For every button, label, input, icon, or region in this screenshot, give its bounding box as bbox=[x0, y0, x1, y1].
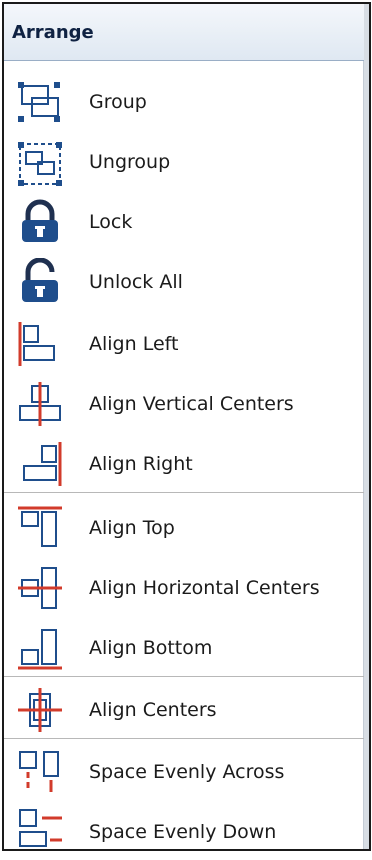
space-evenly-down-icon bbox=[16, 806, 64, 854]
unlock-icon bbox=[16, 258, 64, 306]
divider bbox=[4, 492, 364, 493]
group-item[interactable]: Group bbox=[4, 74, 364, 130]
space-evenly-across-label: Space Evenly Across bbox=[89, 761, 285, 783]
align-centers-icon bbox=[16, 686, 64, 734]
align-bottom-label: Align Bottom bbox=[89, 637, 213, 659]
divider bbox=[4, 738, 364, 739]
align-top-icon bbox=[16, 504, 64, 552]
unlock-all-label: Unlock All bbox=[89, 271, 183, 293]
align-centers-label: Align Centers bbox=[89, 699, 217, 721]
lock-item[interactable]: Lock bbox=[4, 194, 364, 250]
arrange-panel: Arrange Group Ungroup Lock Unlock All Al… bbox=[2, 2, 371, 851]
align-right-label: Align Right bbox=[89, 453, 193, 475]
align-right-icon bbox=[16, 440, 64, 488]
ungroup-item[interactable]: Ungroup bbox=[4, 134, 364, 190]
align-vertical-centers-icon bbox=[16, 380, 64, 428]
align-right-item[interactable]: Align Right bbox=[4, 436, 364, 492]
align-vertical-centers-item[interactable]: Align Vertical Centers bbox=[4, 376, 364, 432]
align-horizontal-centers-icon bbox=[16, 564, 64, 612]
ungroup-icon bbox=[16, 140, 64, 188]
space-evenly-across-item[interactable]: Space Evenly Across bbox=[4, 744, 364, 800]
space-evenly-across-icon bbox=[16, 748, 64, 796]
align-top-item[interactable]: Align Top bbox=[4, 500, 364, 556]
align-bottom-item[interactable]: Align Bottom bbox=[4, 620, 364, 676]
align-bottom-icon bbox=[16, 624, 64, 672]
align-horizontal-centers-label: Align Horizontal Centers bbox=[89, 577, 320, 599]
align-left-label: Align Left bbox=[89, 333, 179, 355]
lock-icon bbox=[16, 198, 64, 246]
align-centers-item[interactable]: Align Centers bbox=[4, 682, 364, 738]
ungroup-label: Ungroup bbox=[89, 151, 171, 173]
space-evenly-down-label: Space Evenly Down bbox=[89, 821, 277, 843]
divider bbox=[4, 676, 364, 677]
align-left-item[interactable]: Align Left bbox=[4, 316, 364, 372]
panel-header: Arrange bbox=[4, 4, 364, 61]
lock-label: Lock bbox=[89, 211, 133, 233]
align-left-icon bbox=[16, 320, 64, 368]
align-horizontal-centers-item[interactable]: Align Horizontal Centers bbox=[4, 560, 364, 616]
group-icon bbox=[16, 80, 64, 128]
panel-title: Arrange bbox=[12, 22, 94, 43]
align-vertical-centers-label: Align Vertical Centers bbox=[89, 393, 294, 415]
unlock-all-item[interactable]: Unlock All bbox=[4, 254, 364, 310]
group-label: Group bbox=[89, 91, 147, 113]
align-top-label: Align Top bbox=[89, 517, 175, 539]
